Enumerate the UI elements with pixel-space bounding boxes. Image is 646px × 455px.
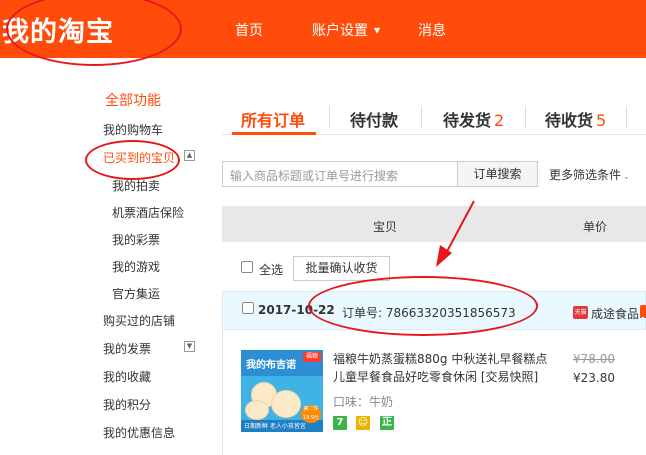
- tab-all-orders-label: 所有订单: [241, 111, 306, 130]
- thumb-footer-text: 日期新鲜 老人小孩皆宜: [244, 423, 306, 430]
- sidebar-item-lottery[interactable]: 我的彩票: [112, 231, 160, 248]
- more-filters-dropdown[interactable]: 更多筛选条件 ⌄: [549, 166, 630, 183]
- order-number-label: 订单号:: [342, 306, 383, 320]
- chat-icon[interactable]: [640, 305, 646, 317]
- tab-pending-payment-label: 待付款: [350, 111, 399, 130]
- actual-price: ¥23.80: [573, 371, 615, 385]
- column-header-price: 单价: [583, 220, 608, 234]
- tab-to-ship-label: 待发货: [443, 111, 492, 130]
- more-filters-label: 更多筛选条件: [549, 168, 622, 182]
- nav-messages[interactable]: 消息: [418, 20, 446, 40]
- service-guarantee-icon[interactable]: ☺: [356, 416, 370, 430]
- tab-to-receive[interactable]: 待收货 5: [545, 107, 606, 131]
- seven-day-return-icon[interactable]: 7: [333, 416, 347, 430]
- nav-home[interactable]: 首页: [235, 20, 263, 40]
- chevron-down-icon: ▼: [374, 26, 381, 35]
- sidebar-item-cart[interactable]: 我的购物车: [103, 121, 163, 138]
- tab-to-ship-count: 2: [494, 111, 505, 130]
- shop-name-link[interactable]: 成途食品...: [591, 305, 646, 322]
- batch-confirm-button[interactable]: 批量确认收货: [293, 256, 390, 281]
- tab-to-ship[interactable]: 待发货 2: [443, 107, 504, 131]
- sidebar-item-purchased[interactable]: 已买到的宝贝: [103, 149, 175, 166]
- cake-image: [245, 400, 269, 420]
- chevron-down-icon: ⌄: [623, 172, 630, 181]
- tab-divider: [421, 106, 422, 128]
- column-header-item: 宝贝: [373, 220, 398, 234]
- order-number-value: 78663320351856573: [385, 306, 516, 320]
- product-thumbnail[interactable]: 我的布吉诺 福粮 日期新鲜 老人小孩皆宜 第二件 19.9元: [241, 350, 323, 432]
- sidebar-item-points[interactable]: 我的积分: [103, 396, 151, 413]
- annotation-arrow-icon: [436, 200, 475, 267]
- tab-divider: [525, 106, 526, 128]
- expand-icon[interactable]: ▼: [184, 341, 195, 352]
- thumb-title: 我的布吉诺: [246, 360, 296, 371]
- genuine-guarantee-icon[interactable]: 正: [380, 416, 394, 430]
- tab-pending-payment[interactable]: 待付款: [350, 107, 398, 131]
- order-search-input[interactable]: 输入商品标题或订单号进行搜索: [222, 161, 458, 187]
- sidebar-item-travel[interactable]: 机票酒店保险: [112, 204, 184, 221]
- sidebar-item-games[interactable]: 我的游戏: [112, 258, 160, 275]
- sidebar-item-invoice[interactable]: 我的发票: [103, 340, 151, 357]
- select-all-label: 全选: [259, 263, 284, 277]
- order-date: 2017-10-22: [258, 303, 335, 317]
- top-header-bar: 我的淘宝 首页 账户设置 ▼ 消息: [0, 0, 646, 58]
- nav-account-settings[interactable]: 账户设置 ▼: [312, 20, 380, 40]
- collapse-icon[interactable]: ▲: [184, 150, 195, 161]
- order-checkbox[interactable]: [242, 302, 254, 314]
- select-all-checkbox[interactable]: [241, 261, 253, 273]
- tab-to-receive-label: 待收货: [545, 111, 594, 130]
- product-title-link[interactable]: 福粮牛奶蒸蛋糕880g 中秋送礼早餐糕点儿童早餐食品好吃零食休闲 [交易快照]: [333, 350, 558, 386]
- original-price: ¥78.00: [573, 352, 615, 366]
- order-search-button[interactable]: 订单搜索: [457, 161, 538, 187]
- sidebar-item-shops[interactable]: 购买过的店铺: [103, 312, 175, 329]
- sidebar-title: 全部功能: [105, 93, 161, 109]
- nav-account-label: 账户设置: [312, 23, 368, 39]
- product-attribute: 口味：牛奶: [333, 395, 394, 409]
- order-number: 订单号: 78663320351856573: [342, 304, 516, 321]
- tab-all-orders[interactable]: 所有订单: [241, 107, 305, 131]
- thumb-brand-tag: 福粮: [303, 352, 321, 362]
- sidebar-item-coupons[interactable]: 我的优惠信息: [103, 424, 175, 441]
- active-tab-indicator: [232, 132, 316, 135]
- thumb-promo-badge: 第二件 19.9元: [301, 405, 321, 423]
- my-taobao-logo[interactable]: 我的淘宝: [2, 10, 114, 49]
- tab-to-receive-count: 5: [596, 111, 607, 130]
- tab-divider: [329, 106, 330, 128]
- sidebar-item-auction[interactable]: 我的拍卖: [112, 177, 160, 194]
- sidebar-item-forwarding[interactable]: 官方集运: [112, 285, 160, 302]
- sidebar-item-favorites[interactable]: 我的收藏: [103, 368, 151, 385]
- tab-divider: [626, 106, 627, 128]
- tmall-shop-icon: 天猫: [573, 306, 588, 319]
- cake-image: [271, 390, 301, 418]
